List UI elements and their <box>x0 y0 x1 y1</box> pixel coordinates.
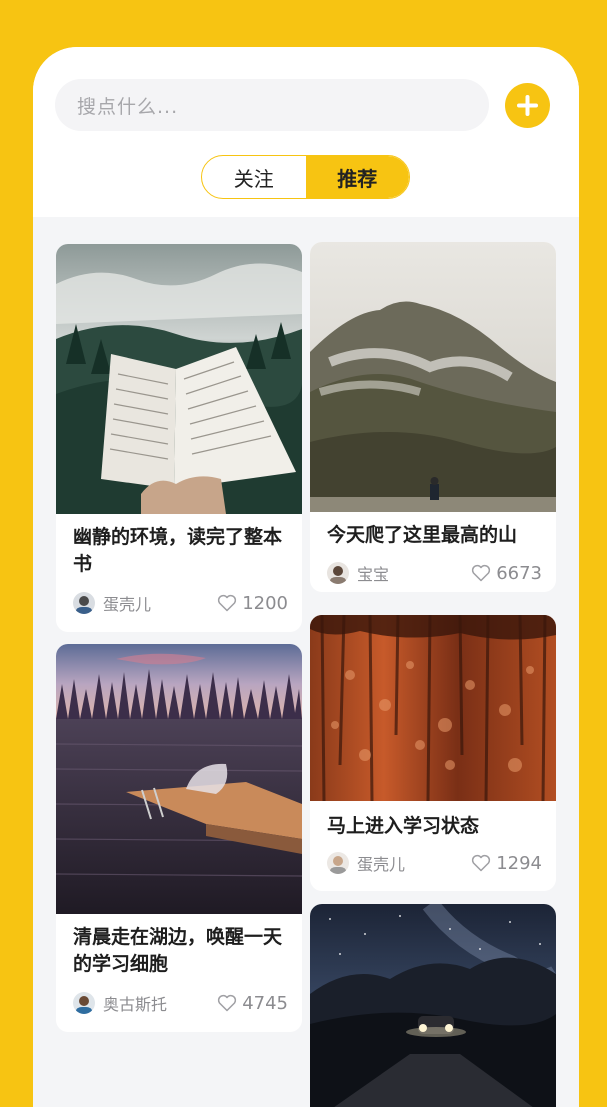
post-image-abstract <box>310 615 556 801</box>
like-count: 1294 <box>496 852 542 874</box>
post-title: 清晨走在湖边，唤醒一天的学习细胞 <box>73 926 283 975</box>
author-name: 奥古斯托 <box>103 995 168 1014</box>
add-button[interactable] <box>505 83 550 128</box>
app-screen: 搜点什么... 关注 推荐 幽静的环境，读完了整本书 蛋壳儿 1200 今天爬了… <box>33 47 579 1107</box>
author-name: 蛋壳儿 <box>357 855 406 874</box>
feed-card[interactable]: 马上进入学习状态 蛋壳儿 1294 <box>310 615 556 891</box>
plus-icon <box>517 95 538 116</box>
post-meta: 蛋壳儿 1200 <box>73 590 288 616</box>
heart-icon[interactable] <box>217 594 237 612</box>
post-image-mountain <box>310 242 556 512</box>
like-count: 6673 <box>496 562 542 584</box>
post-image-book <box>56 244 302 514</box>
feed-card[interactable]: 今天爬了这里最高的山 宝宝 6673 <box>310 242 556 592</box>
avatar <box>73 592 95 614</box>
avatar <box>73 992 95 1014</box>
search-input[interactable]: 搜点什么... <box>55 79 489 131</box>
like-count: 1200 <box>242 592 288 614</box>
feed-tab-switcher: 关注 推荐 <box>201 155 410 199</box>
post-meta: 奥古斯托 4745 <box>73 990 288 1016</box>
heart-icon[interactable] <box>471 564 491 582</box>
post-image-night-road <box>310 904 556 1107</box>
header: 搜点什么... 关注 推荐 <box>33 47 579 217</box>
feed-card[interactable]: 清晨走在湖边，唤醒一天的学习细胞 奥古斯托 4745 <box>56 644 302 1032</box>
tab-recommend[interactable]: 推荐 <box>305 156 409 198</box>
feed-card[interactable]: 幽静的环境，读完了整本书 蛋壳儿 1200 <box>56 244 302 632</box>
avatar <box>327 562 349 584</box>
heart-icon[interactable] <box>217 994 237 1012</box>
post-meta: 宝宝 6673 <box>327 560 542 586</box>
post-title: 马上进入学习状态 <box>327 815 480 837</box>
post-image-lake <box>56 644 302 914</box>
author-name: 宝宝 <box>357 565 390 584</box>
author-name: 蛋壳儿 <box>103 595 152 614</box>
tab-follow[interactable]: 关注 <box>202 156 306 198</box>
search-placeholder: 搜点什么... <box>77 95 179 118</box>
post-title: 幽静的环境，读完了整本书 <box>73 526 283 575</box>
heart-icon[interactable] <box>471 854 491 872</box>
feed-card[interactable] <box>310 904 556 1107</box>
post-title: 今天爬了这里最高的山 <box>327 524 518 546</box>
post-meta: 蛋壳儿 1294 <box>327 850 542 876</box>
like-count: 4745 <box>242 992 288 1014</box>
avatar <box>327 852 349 874</box>
